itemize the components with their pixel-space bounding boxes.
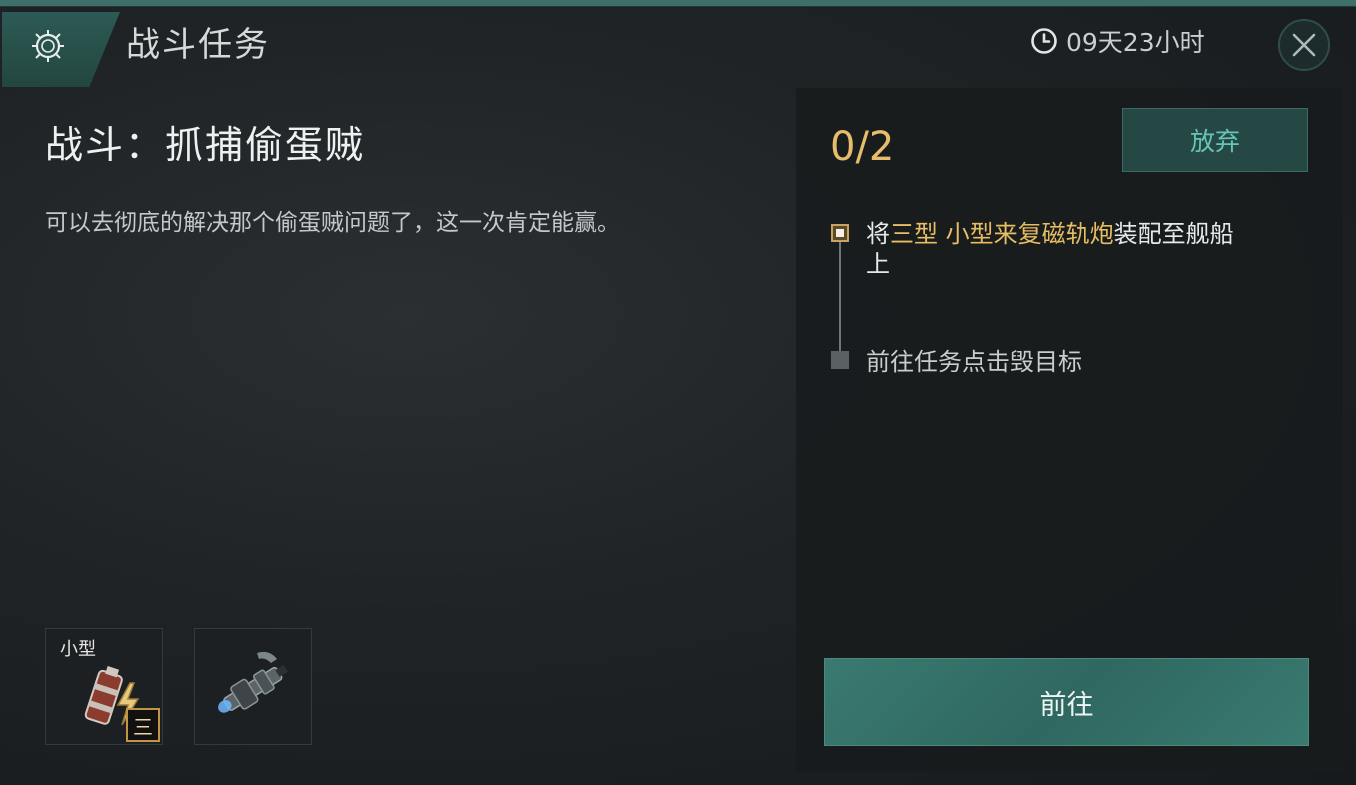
mission-emblem [2,12,120,87]
timer-text: 09天23小时 [1066,28,1205,57]
objective-step-2: 前往任务点击毁目标 [866,348,1082,376]
step-1-highlight: 三型 小型来复磁轨炮 [890,220,1114,248]
railgun-weapon-icon [218,651,289,713]
close-icon [1292,33,1316,57]
step-1-prefix: 将 [866,220,890,248]
close-button[interactable] [1278,19,1330,71]
tier-badge: 三 [126,708,160,742]
page-title: 战斗任务 [126,25,270,65]
clock-icon [1031,28,1057,54]
header: 战斗任务 09天23小时 [0,7,1356,87]
step-connector-line [839,242,841,360]
quest-description: 可以去彻底的解决那个偷蛋贼问题了，这一次肯定能赢。 [45,210,620,236]
quest-title: 战斗：抓捕偷蛋贼 [45,123,366,167]
time-remaining: 09天23小时 [1030,25,1205,57]
objective-step-1: 将三型 小型来复磁轨炮装配至舰船上 [866,219,1256,279]
top-accent-line [0,0,1356,7]
reward-item-battery[interactable]: 小型 三 [45,628,163,745]
mission-emblem-icon [32,30,64,62]
go-button[interactable]: 前往 [824,658,1309,746]
abandon-button[interactable]: 放弃 [1122,108,1308,172]
objective-progress: 0/2 [830,124,895,170]
active-step-marker [831,224,849,242]
pending-step-marker [831,351,849,369]
objectives-panel: 0/2 放弃 将三型 小型来复磁轨炮装配至舰船上 前往任务点击毁目标 前往 [796,88,1343,772]
reward-item-railgun[interactable] [194,628,312,745]
